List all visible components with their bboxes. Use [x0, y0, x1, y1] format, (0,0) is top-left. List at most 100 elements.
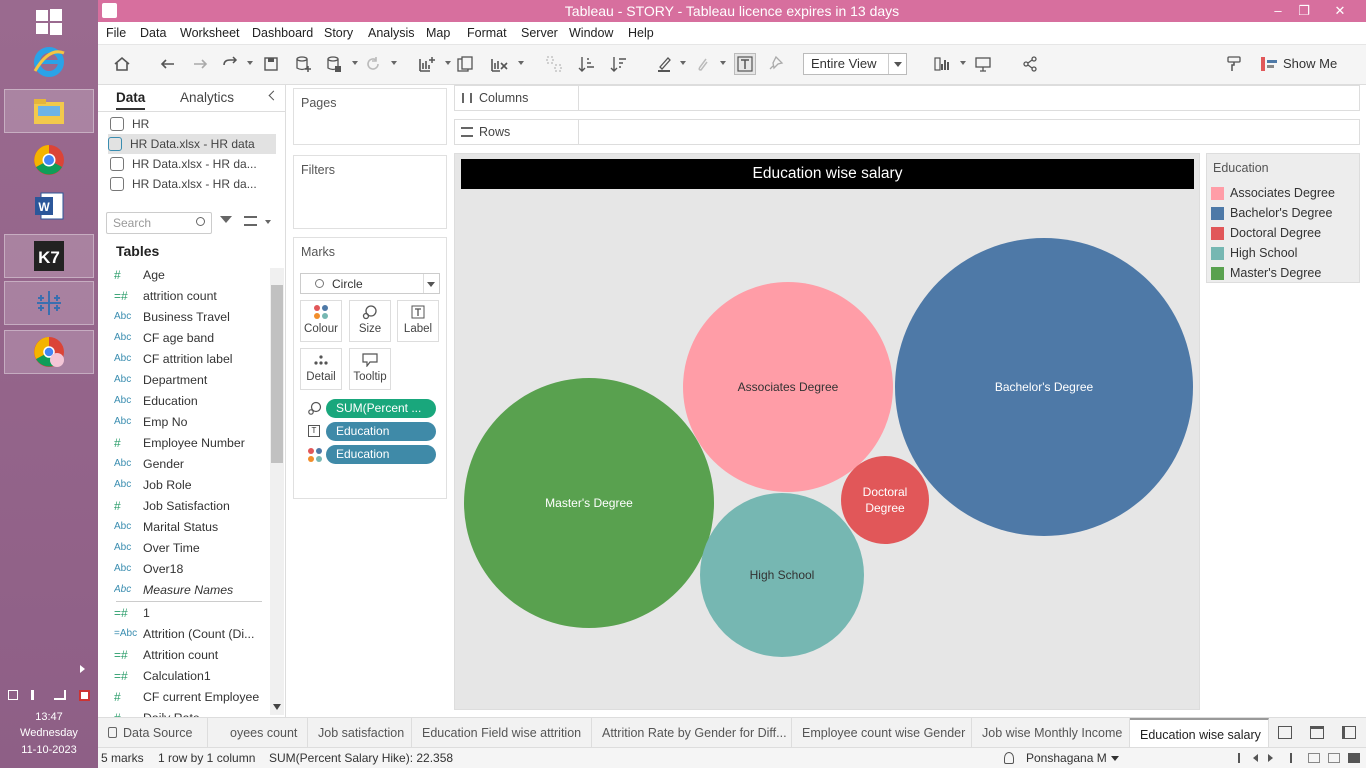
field-item[interactable]: Abc Education: [114, 390, 264, 411]
power-icon[interactable]: [8, 690, 19, 700]
size-pill[interactable]: SUM(Percent ...: [326, 399, 436, 418]
menu-story[interactable]: Story: [324, 26, 353, 40]
menu-data[interactable]: Data: [140, 26, 166, 40]
filmstrip-view-icon[interactable]: [1328, 753, 1340, 763]
field-item[interactable]: =# Attrition count: [114, 644, 264, 665]
tab-data[interactable]: Data: [116, 85, 146, 110]
tabs-view-icon[interactable]: [1348, 753, 1360, 763]
chrome-icon[interactable]: [4, 138, 94, 182]
field-item[interactable]: Abc Business Travel: [114, 306, 264, 327]
field-item[interactable]: Abc Gender: [114, 453, 264, 474]
chevron-down-icon[interactable]: [960, 61, 966, 65]
menu-window[interactable]: Window: [569, 26, 613, 40]
chevron-down-icon[interactable]: [247, 61, 253, 65]
redo-icon[interactable]: [189, 53, 211, 75]
show-cards-icon[interactable]: [932, 53, 954, 75]
new-story-icon[interactable]: [1342, 726, 1356, 739]
field-item[interactable]: Abc Marital Status: [114, 516, 264, 537]
close-icon[interactable]: ✕: [1326, 0, 1354, 22]
size-button[interactable]: Size: [349, 300, 391, 342]
columns-shelf[interactable]: Columns: [454, 85, 1360, 111]
home-icon[interactable]: [111, 53, 133, 75]
legend-item[interactable]: Bachelor's Degree: [1211, 203, 1332, 223]
undo-icon[interactable]: [157, 53, 179, 75]
legend-item[interactable]: Doctoral Degree: [1211, 223, 1321, 243]
field-item[interactable]: # Age: [114, 264, 264, 285]
menu-help[interactable]: Help: [628, 26, 654, 40]
status-user[interactable]: Ponshagana M: [1026, 751, 1107, 765]
field-list-scrollbar[interactable]: [270, 268, 284, 715]
chrome-profile-icon[interactable]: [4, 330, 94, 374]
field-item[interactable]: Abc Department: [114, 369, 264, 390]
show-me-button[interactable]: Show Me: [1283, 56, 1337, 71]
grid-view-icon[interactable]: [1308, 753, 1320, 763]
scrollbar-thumb[interactable]: [271, 285, 283, 463]
field-item[interactable]: Abc CF attrition label: [114, 348, 264, 369]
volume-icon[interactable]: [31, 690, 41, 700]
view-options-icon[interactable]: [244, 216, 257, 226]
windows-start-icon[interactable]: [4, 0, 94, 44]
bubble-chart[interactable]: Bachelor's Degree Master's Degree Associat…: [455, 154, 1201, 711]
label-pill[interactable]: Education: [326, 422, 436, 441]
chevron-down-icon[interactable]: [888, 54, 906, 74]
chevron-down-icon[interactable]: [265, 220, 271, 224]
tooltip-button[interactable]: Tooltip: [349, 348, 391, 390]
mark-type-dropdown[interactable]: Circle: [300, 273, 440, 294]
sheet-tab[interactable]: Education Field wise attrition: [412, 718, 592, 748]
new-worksheet-icon[interactable]: [416, 53, 438, 75]
field-item[interactable]: # CF current Employee: [114, 686, 264, 707]
file-explorer-icon[interactable]: [4, 89, 94, 133]
bubble-mark[interactable]: [841, 456, 929, 544]
presentation-mode-icon[interactable]: [972, 53, 994, 75]
chevron-down-icon[interactable]: [720, 61, 726, 65]
menu-file[interactable]: File: [106, 26, 126, 40]
new-worksheet-icon[interactable]: [1278, 726, 1292, 739]
sheet-tab[interactable]: Job wise Monthly Income: [972, 718, 1130, 748]
menu-worksheet[interactable]: Worksheet: [180, 26, 240, 40]
first-page-icon[interactable]: [1238, 753, 1247, 763]
highlight-icon[interactable]: [654, 53, 676, 75]
sheet-tab[interactable]: oyees count: [226, 718, 308, 748]
legend-item[interactable]: Associates Degree: [1211, 183, 1335, 203]
action-center-icon[interactable]: [78, 689, 90, 701]
chevron-down-icon[interactable]: [391, 61, 397, 65]
menu-dashboard[interactable]: Dashboard: [252, 26, 313, 40]
last-page-icon[interactable]: [1283, 753, 1292, 763]
save-icon[interactable]: [260, 53, 282, 75]
chevron-down-icon[interactable]: [1111, 756, 1119, 761]
field-item[interactable]: Abc Over Time: [114, 537, 264, 558]
data-source-item[interactable]: HR Data.xlsx - HR da...: [110, 174, 278, 194]
new-dashboard-icon[interactable]: [1310, 726, 1324, 739]
chevron-down-icon[interactable]: [518, 61, 524, 65]
tableau-icon[interactable]: [4, 281, 94, 325]
word-icon[interactable]: W: [4, 184, 94, 228]
detail-button[interactable]: Detail: [300, 348, 342, 390]
viz-area[interactable]: Education wise salary Bachelor's Degree M…: [454, 153, 1200, 710]
show-me-icon[interactable]: [1261, 57, 1277, 71]
legend-item[interactable]: High School: [1211, 243, 1297, 263]
field-item[interactable]: Abc Over18: [114, 558, 264, 579]
sheet-tab[interactable]: Job satisfaction: [308, 718, 412, 748]
collapse-pane-icon[interactable]: [268, 90, 279, 101]
refresh-icon[interactable]: [362, 53, 384, 75]
share-icon[interactable]: [1019, 53, 1041, 75]
restore-icon[interactable]: ❐: [1290, 0, 1318, 22]
group-members-icon[interactable]: [692, 53, 714, 75]
swap-icon[interactable]: [543, 53, 565, 75]
sheet-tab[interactable]: Attrition Rate by Gender for Diff...: [592, 718, 792, 748]
field-item[interactable]: Abc Emp No: [114, 411, 264, 432]
field-item[interactable]: =# 1: [114, 602, 264, 623]
filter-icon[interactable]: [220, 216, 232, 223]
label-button[interactable]: Label: [397, 300, 439, 342]
menu-analysis[interactable]: Analysis: [368, 26, 415, 40]
field-item[interactable]: # Job Satisfaction: [114, 495, 264, 516]
fit-dropdown[interactable]: Entire View: [803, 53, 907, 75]
filters-shelf[interactable]: Filters: [293, 155, 447, 229]
network-icon[interactable]: [53, 690, 66, 700]
colour-pill[interactable]: Education: [326, 445, 436, 464]
clock-time[interactable]: 13:47: [0, 709, 98, 725]
field-item[interactable]: Abc CF age band: [114, 327, 264, 348]
chevron-down-icon[interactable]: [680, 61, 686, 65]
pause-auto-updates-icon[interactable]: [323, 53, 345, 75]
scroll-down-icon[interactable]: [273, 704, 281, 710]
